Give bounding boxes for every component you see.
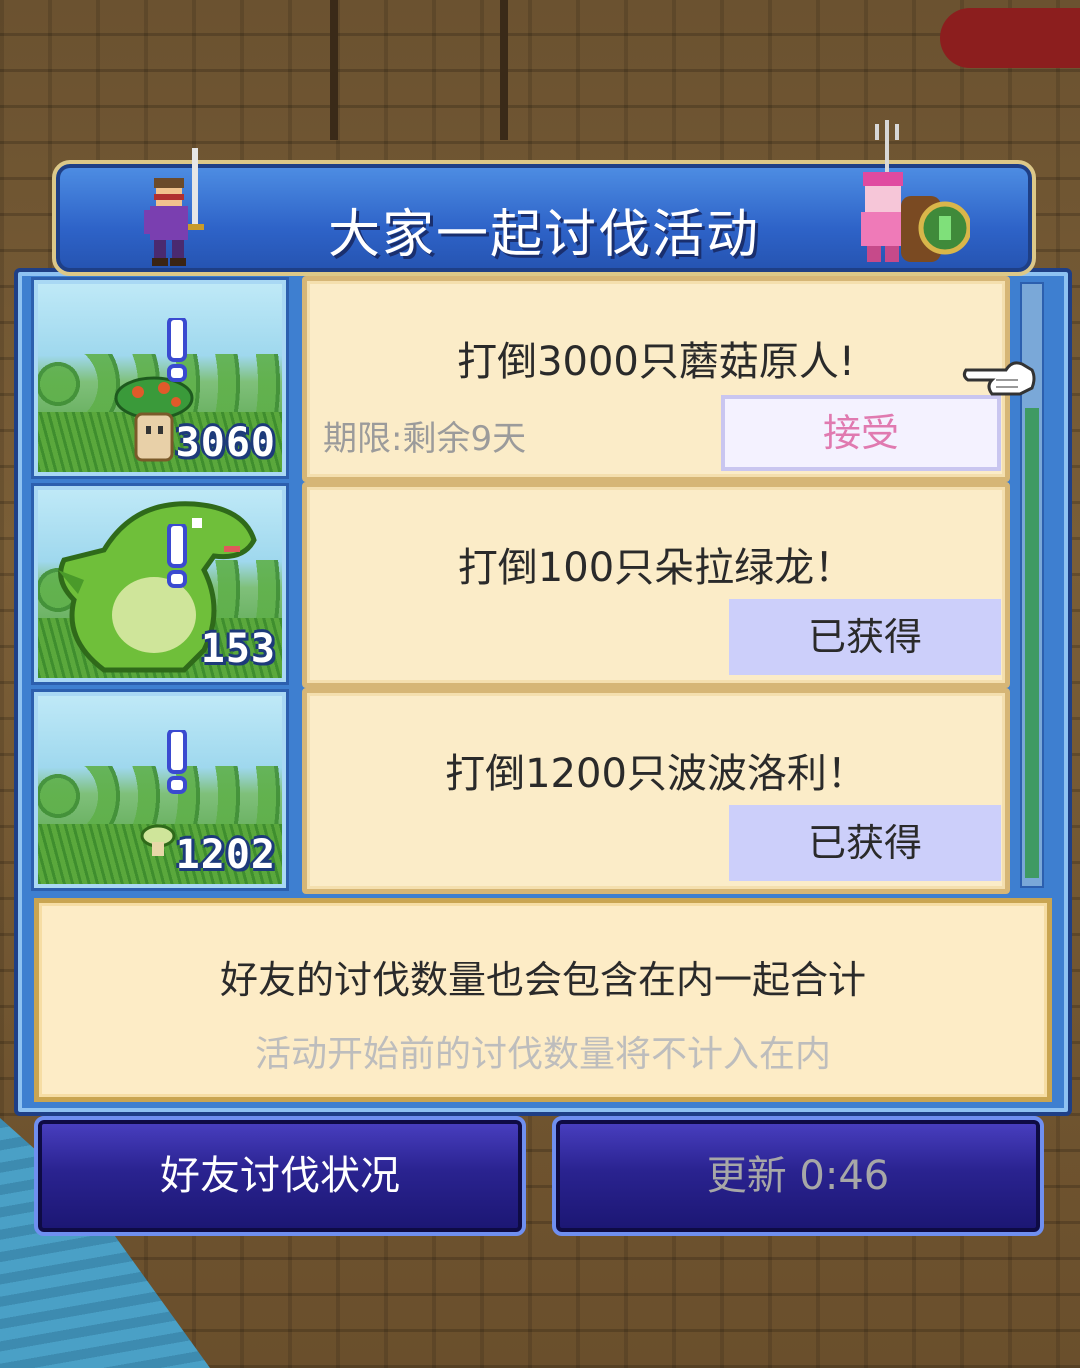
quest-list: 3060 打倒3000只蘑菇原人! 期限:剩余9天 接受 153 打倒100只朵… [30,276,1020,894]
rope [330,0,338,140]
obtained-button[interactable]: 已获得 [729,599,1001,675]
accept-button[interactable]: 接受 [721,395,1001,471]
quest-card: 打倒3000只蘑菇原人! 期限:剩余9天 接受 [302,276,1010,482]
obtained-button[interactable]: 已获得 [729,805,1001,881]
scrollbar-thumb[interactable] [1025,408,1039,878]
quest-title: 打倒1200只波波洛利！ [445,751,867,797]
monster-thumbnail-green-dragon: 153 [31,483,289,685]
quest-deadline: 期限:剩余9天 [323,419,527,459]
quest-card: 打倒100只朵拉绿龙！ 已获得 [302,482,1010,688]
kill-count: 1202 [175,832,276,878]
quest-title: 打倒3000只蘑菇原人! [457,339,855,385]
rope [500,0,508,140]
friends-status-button[interactable]: 好友讨伐状况 [34,1116,526,1236]
monster-thumbnail-mushroom: 3060 [31,277,289,479]
hero-party-sprite [861,120,970,262]
quest-item[interactable]: 1202 打倒1200只波波洛利！ 已获得 [30,688,1020,894]
cannon [940,8,1080,68]
kill-count: 153 [200,626,276,672]
exclamation-icon [167,318,187,382]
refresh-button[interactable]: 更新 0:46 [552,1116,1044,1236]
quest-item[interactable]: 153 打倒100只朵拉绿龙！ 已获得 [30,482,1020,688]
exclamation-icon [167,730,187,794]
pointing-hand-icon [962,361,1036,396]
quest-card: 打倒1200只波波洛利！ 已获得 [302,688,1010,894]
monster-thumbnail-poporie: 1202 [31,689,289,891]
quest-item[interactable]: 3060 打倒3000只蘑菇原人! 期限:剩余9天 接受 [30,276,1020,482]
trees [38,766,282,826]
exclamation-icon [167,524,187,588]
poporie-sprite [140,824,176,856]
quest-title: 打倒100只朵拉绿龙！ [457,545,855,591]
info-text-primary: 好友的讨伐数量也会包含在内一起合计 [219,958,866,1002]
info-box: 好友的讨伐数量也会包含在内一起合计 活动开始前的讨伐数量将不计入在内 [34,898,1052,1102]
hero-swordsman-sprite [144,148,204,266]
info-text-secondary: 活动开始前的讨伐数量将不计入在内 [254,1034,831,1075]
kill-count: 3060 [175,420,276,466]
